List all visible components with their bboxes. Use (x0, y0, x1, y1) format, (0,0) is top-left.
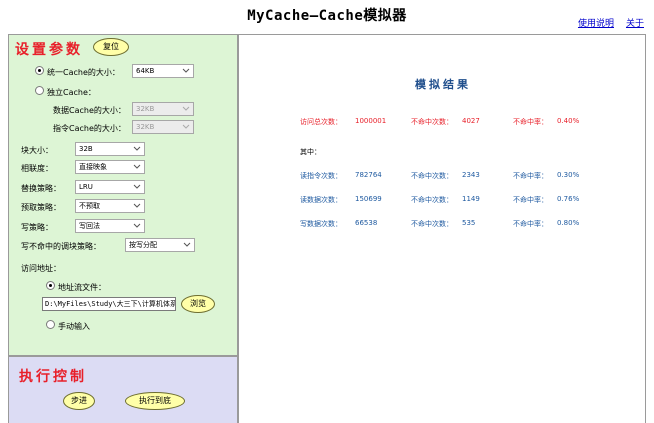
chevron-down-icon (181, 65, 191, 77)
write-value: 写回法 (79, 222, 100, 230)
inst-cache-select[interactable]: 32KB (132, 120, 194, 134)
chevron-down-icon (181, 103, 191, 115)
about-link[interactable]: 关于 (626, 16, 644, 29)
data-cache-select[interactable]: 32KB (132, 102, 194, 116)
reset-button[interactable]: 复位 (93, 38, 129, 56)
step-button[interactable]: 步进 (63, 392, 95, 410)
replace-select[interactable]: LRU (75, 180, 145, 194)
read-inst-label: 读指令次数： (300, 172, 342, 180)
app-title: MyCache—Cache模拟器 (247, 8, 407, 24)
write-select[interactable]: 写回法 (75, 219, 145, 233)
settings-title: 设置参数 (15, 42, 83, 58)
data-cache-value: 32KB (136, 105, 155, 113)
manual-input-radio[interactable] (46, 320, 55, 329)
write-miss-value: 按写分配 (129, 241, 157, 249)
total-rate-value: 0.40% (557, 117, 580, 125)
prefetch-value: 不预取 (79, 202, 100, 210)
write-miss-label: 写不命中的调块策略： (21, 242, 101, 251)
block-size-select[interactable]: 32B (75, 142, 145, 156)
read-data-rate-label: 不命中率： (513, 196, 548, 204)
write-data-miss-label: 不命中次数： (411, 220, 453, 228)
inst-cache-value: 32KB (136, 123, 155, 131)
exec-panel: 执行控制 步进 执行到底 (8, 356, 238, 423)
inst-cache-label: 指令Cache的大小： (53, 124, 126, 133)
write-data-count: 66538 (355, 219, 378, 227)
write-data-rate-label: 不命中率： (513, 220, 548, 228)
chevron-down-icon (132, 143, 142, 155)
assoc-value: 直接映象 (79, 163, 107, 171)
total-miss-value: 4027 (462, 117, 480, 125)
among-label: 其中： (300, 148, 321, 156)
split-cache-label: 独立Cache： (47, 88, 96, 97)
chevron-down-icon (132, 200, 142, 212)
block-size-value: 32B (79, 145, 93, 153)
run-to-end-button[interactable]: 执行到底 (125, 392, 185, 410)
total-miss-label: 不命中次数： (411, 118, 453, 126)
manual-input-label: 手动输入 (58, 322, 90, 331)
read-inst-count: 782764 (355, 171, 382, 179)
results-title: 模拟结果 (415, 78, 471, 91)
write-miss-select[interactable]: 按写分配 (125, 238, 195, 252)
address-label: 访问地址： (21, 264, 61, 273)
chevron-down-icon (182, 239, 192, 251)
unified-cache-radio[interactable] (35, 66, 44, 75)
results-panel: 模拟结果 访问总次数： 1000001 不命中次数： 4027 不命中率： 0.… (238, 34, 646, 423)
browse-button[interactable]: 浏览 (181, 295, 215, 313)
replace-value: LRU (79, 183, 93, 191)
read-inst-rate: 0.30% (557, 171, 580, 179)
chevron-down-icon (132, 161, 142, 173)
addr-file-radio[interactable] (46, 281, 55, 290)
settings-panel: 设置参数 复位 统一Cache的大小： 64KB 独立Cache： 数据Cach… (8, 34, 238, 356)
addr-file-label: 地址流文件： (58, 283, 106, 292)
prefetch-label: 预取策略： (21, 203, 61, 212)
total-rate-label: 不命中率： (513, 118, 548, 126)
top-links: 使用说明 关于 (578, 16, 644, 29)
replace-label: 替换策略： (21, 184, 61, 193)
read-data-label: 读数据次数： (300, 196, 342, 204)
assoc-label: 相联度： (21, 164, 53, 173)
block-size-label: 块大小： (21, 146, 53, 155)
chevron-down-icon (132, 220, 142, 232)
unified-cache-label: 统一Cache的大小： (47, 68, 120, 77)
total-access-value: 1000001 (355, 117, 387, 125)
chevron-down-icon (132, 181, 142, 193)
read-data-rate: 0.76% (557, 195, 580, 203)
unified-cache-select[interactable]: 64KB (132, 64, 194, 78)
prefetch-select[interactable]: 不预取 (75, 199, 145, 213)
read-data-miss-label: 不命中次数： (411, 196, 453, 204)
read-inst-miss-label: 不命中次数： (411, 172, 453, 180)
assoc-select[interactable]: 直接映象 (75, 160, 145, 174)
write-data-label: 写数据次数： (300, 220, 342, 228)
data-cache-label: 数据Cache的大小： (53, 106, 126, 115)
write-label: 写策略： (21, 223, 53, 232)
read-data-miss: 1149 (462, 195, 480, 203)
help-link[interactable]: 使用说明 (578, 16, 614, 29)
unified-cache-value: 64KB (136, 67, 155, 75)
exec-title: 执行控制 (19, 369, 87, 385)
split-cache-radio[interactable] (35, 86, 44, 95)
total-access-label: 访问总次数： (300, 118, 342, 126)
write-data-miss: 535 (462, 219, 476, 227)
addr-file-input[interactable]: D:\MyFiles\Study\大三下\计算机体系 (42, 297, 176, 311)
write-data-rate: 0.80% (557, 219, 580, 227)
read-data-count: 150699 (355, 195, 382, 203)
read-inst-rate-label: 不命中率： (513, 172, 548, 180)
read-inst-miss: 2343 (462, 171, 480, 179)
chevron-down-icon (181, 121, 191, 133)
